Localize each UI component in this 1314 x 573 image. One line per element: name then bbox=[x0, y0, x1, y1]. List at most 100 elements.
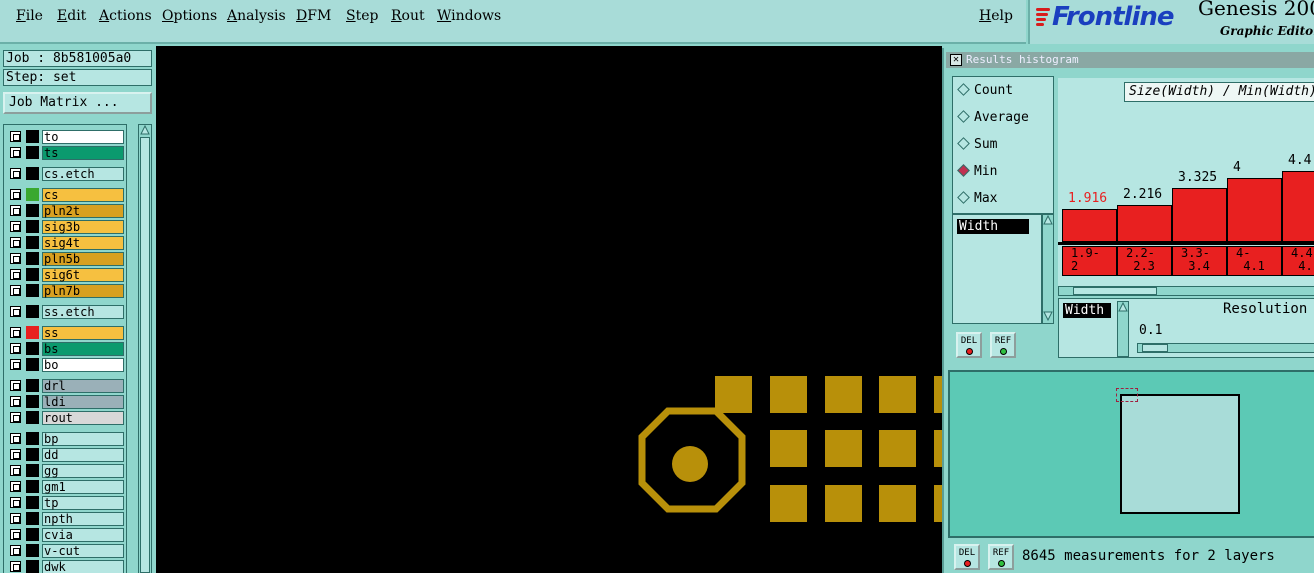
layer-checkbox[interactable] bbox=[10, 545, 21, 556]
histogram-bar[interactable] bbox=[1227, 178, 1282, 242]
layer-row[interactable]: pln7b bbox=[6, 283, 126, 298]
layer-name[interactable]: sig3b bbox=[42, 220, 124, 234]
bin-range-label[interactable]: 3.3- 3.4 bbox=[1172, 246, 1227, 276]
menu-edit[interactable]: Edit bbox=[57, 8, 86, 24]
layer-checkbox[interactable] bbox=[10, 561, 21, 572]
layer-name[interactable]: ss.etch bbox=[42, 305, 124, 319]
layer-row[interactable]: ss bbox=[6, 325, 126, 340]
layer-checkbox[interactable] bbox=[10, 168, 21, 179]
layer-checkbox[interactable] bbox=[10, 433, 21, 444]
layer-row[interactable]: ldi bbox=[6, 394, 126, 409]
preview-pane[interactable] bbox=[948, 370, 1314, 538]
bin-range-label[interactable]: 4.4 4. bbox=[1282, 246, 1314, 276]
layer-name[interactable]: dwk bbox=[42, 560, 124, 573]
layer-name[interactable]: rout bbox=[42, 411, 124, 425]
layer-row[interactable]: rout bbox=[6, 410, 126, 425]
scroll-up-icon[interactable] bbox=[140, 125, 150, 135]
layer-checkbox[interactable] bbox=[10, 269, 21, 280]
graphic-canvas[interactable] bbox=[156, 46, 942, 573]
layer-checkbox[interactable] bbox=[10, 529, 21, 540]
job-matrix-button[interactable]: Job Matrix ... bbox=[3, 92, 152, 114]
layer-name[interactable]: npth bbox=[42, 512, 124, 526]
layer-name[interactable]: bo bbox=[42, 358, 124, 372]
layer-row[interactable]: to bbox=[6, 129, 126, 144]
bottom-ref-button[interactable]: REF bbox=[988, 544, 1014, 570]
mode-radio-count[interactable]: Count bbox=[957, 83, 1013, 98]
mode-radio-average[interactable]: Average bbox=[957, 110, 1029, 125]
layer-row[interactable]: sig3b bbox=[6, 219, 126, 234]
menu-help[interactable]: Help bbox=[979, 8, 1013, 24]
histogram-bar[interactable] bbox=[1172, 188, 1227, 242]
layer-checkbox[interactable] bbox=[10, 412, 21, 423]
attribute-scrollbar[interactable] bbox=[1042, 214, 1054, 324]
radio-diamond-icon[interactable] bbox=[957, 137, 970, 150]
layer-name[interactable]: drl bbox=[42, 379, 124, 393]
layer-checkbox[interactable] bbox=[10, 327, 21, 338]
histogram-bar[interactable] bbox=[1117, 205, 1172, 242]
bottom-del-button[interactable]: DEL bbox=[954, 544, 980, 570]
layer-checkbox[interactable] bbox=[10, 237, 21, 248]
mode-radio-sum[interactable]: Sum bbox=[957, 137, 997, 152]
histogram-scrollbar[interactable] bbox=[1058, 286, 1314, 296]
layer-row[interactable]: bo bbox=[6, 357, 126, 372]
scroll-down-icon[interactable] bbox=[1043, 311, 1053, 321]
layer-checkbox[interactable] bbox=[10, 285, 21, 296]
bin-range-label[interactable]: 4- 4.1 bbox=[1227, 246, 1282, 276]
layer-checkbox[interactable] bbox=[10, 497, 21, 508]
layer-name[interactable]: v-cut bbox=[42, 544, 124, 558]
layer-name[interactable]: ts bbox=[42, 146, 124, 160]
layer-checkbox[interactable] bbox=[10, 205, 21, 216]
histogram-titlebar[interactable]: ✕ Results histogram bbox=[946, 52, 1314, 68]
layer-checkbox[interactable] bbox=[10, 513, 21, 524]
menu-dfm[interactable]: DFM bbox=[296, 8, 331, 24]
layer-row[interactable]: cs bbox=[6, 187, 126, 202]
layer-row[interactable]: gg bbox=[6, 463, 126, 478]
layer-checkbox[interactable] bbox=[10, 380, 21, 391]
layer-name[interactable]: sig6t bbox=[42, 268, 124, 282]
layer-row[interactable]: bp bbox=[6, 431, 126, 446]
layer-list-scrollbar[interactable] bbox=[138, 124, 152, 573]
radio-diamond-icon[interactable] bbox=[957, 110, 970, 123]
layer-name[interactable]: pln2t bbox=[42, 204, 124, 218]
layer-checkbox[interactable] bbox=[10, 465, 21, 476]
layer-name[interactable]: cs bbox=[42, 188, 124, 202]
mode-radio-min[interactable]: Min bbox=[957, 164, 997, 179]
menu-windows[interactable]: Windows bbox=[437, 8, 501, 24]
preview-view-box[interactable] bbox=[1116, 388, 1138, 402]
radio-diamond-icon[interactable] bbox=[957, 191, 970, 204]
layer-checkbox[interactable] bbox=[10, 396, 21, 407]
layer-row[interactable]: dwk bbox=[6, 559, 126, 573]
menu-rout[interactable]: Rout bbox=[391, 8, 425, 24]
layer-row[interactable]: sig4t bbox=[6, 235, 126, 250]
layer-name[interactable]: tp bbox=[42, 496, 124, 510]
layer-name[interactable]: cs.etch bbox=[42, 167, 124, 181]
histogram-bar[interactable] bbox=[1282, 171, 1314, 242]
layer-name[interactable]: gm1 bbox=[42, 480, 124, 494]
menu-file[interactable]: File bbox=[16, 8, 43, 24]
layer-name[interactable]: gg bbox=[42, 464, 124, 478]
resolution-slider-thumb[interactable] bbox=[1142, 344, 1168, 352]
scroll-up-icon[interactable] bbox=[1118, 302, 1128, 312]
layer-checkbox[interactable] bbox=[10, 147, 21, 158]
layer-row[interactable]: dd bbox=[6, 447, 126, 462]
scroll-thumb[interactable] bbox=[140, 137, 150, 573]
layer-name[interactable]: bp bbox=[42, 432, 124, 446]
layer-name[interactable]: to bbox=[42, 130, 124, 144]
scroll-up-icon[interactable] bbox=[1043, 215, 1053, 225]
layer-name[interactable]: dd bbox=[42, 448, 124, 462]
layer-row[interactable]: ts bbox=[6, 145, 126, 160]
layer-name[interactable]: bs bbox=[42, 342, 124, 356]
resolution-scrollbar[interactable] bbox=[1117, 301, 1129, 357]
layer-name[interactable]: ldi bbox=[42, 395, 124, 409]
layer-row[interactable]: pln2t bbox=[6, 203, 126, 218]
layer-row[interactable]: v-cut bbox=[6, 543, 126, 558]
layer-checkbox[interactable] bbox=[10, 253, 21, 264]
attribute-selected[interactable]: Width bbox=[957, 219, 1029, 234]
layer-checkbox[interactable] bbox=[10, 221, 21, 232]
layer-row[interactable]: ss.etch bbox=[6, 304, 126, 319]
layer-row[interactable]: tp bbox=[6, 495, 126, 510]
layer-checkbox[interactable] bbox=[10, 359, 21, 370]
bin-range-label[interactable]: 1.9- 2 bbox=[1062, 246, 1117, 276]
layer-row[interactable]: cvia bbox=[6, 527, 126, 542]
menu-analysis[interactable]: Analysis bbox=[227, 8, 286, 24]
